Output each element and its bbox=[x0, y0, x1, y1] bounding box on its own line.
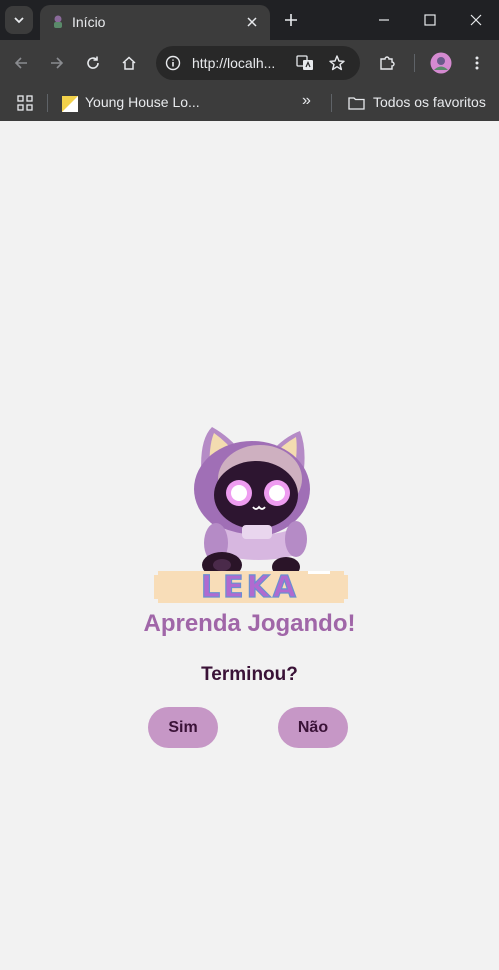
minimize-button[interactable] bbox=[361, 5, 407, 35]
finished-question: Terminou? bbox=[201, 664, 298, 685]
extensions-button[interactable] bbox=[374, 50, 400, 76]
tab-strip: Início bbox=[0, 0, 499, 40]
arrow-right-icon bbox=[51, 57, 64, 69]
chevron-down-icon bbox=[14, 17, 24, 24]
bookmark-favicon-icon bbox=[62, 96, 78, 112]
folder-icon bbox=[348, 97, 365, 110]
tab-favicon-icon bbox=[54, 15, 62, 28]
more-vertical-icon bbox=[475, 56, 479, 70]
plus-icon bbox=[285, 14, 297, 26]
reload-button[interactable] bbox=[80, 50, 106, 76]
home-button[interactable] bbox=[116, 50, 142, 76]
maximize-icon bbox=[424, 14, 436, 26]
bookmarks-bar: Young House Lo... » Todos os favoritos bbox=[0, 86, 499, 121]
forward-button[interactable] bbox=[44, 50, 70, 76]
puzzle-icon bbox=[380, 56, 395, 70]
toolbar: http://localh... bbox=[0, 40, 499, 86]
bookmark-young-house[interactable]: Young House Lo... bbox=[62, 86, 242, 121]
all-bookmarks-button[interactable]: Todos os favoritos bbox=[348, 86, 493, 121]
close-window-button[interactable] bbox=[453, 5, 499, 35]
translate-icon[interactable] bbox=[296, 54, 314, 72]
yes-button[interactable]: Sim bbox=[148, 707, 218, 748]
apps-grid-icon[interactable] bbox=[17, 95, 33, 111]
toolbar-divider bbox=[414, 54, 415, 72]
minimize-icon bbox=[379, 19, 389, 21]
avatar-icon bbox=[430, 52, 452, 74]
bookmarks-divider bbox=[47, 94, 48, 112]
back-button[interactable] bbox=[8, 50, 34, 76]
info-icon[interactable] bbox=[165, 55, 181, 71]
menu-button[interactable] bbox=[464, 50, 490, 76]
browser-chrome: Início http://localh... Young House Lo..… bbox=[0, 0, 499, 121]
maximize-button[interactable] bbox=[407, 5, 453, 35]
address-text: http://localh... bbox=[192, 55, 276, 71]
active-tab[interactable]: Início bbox=[40, 5, 270, 40]
close-icon bbox=[247, 17, 257, 27]
new-tab-button[interactable] bbox=[280, 9, 302, 31]
tab-close-button[interactable] bbox=[242, 12, 262, 32]
page-subtitle: Aprenda Jogando! bbox=[143, 610, 356, 637]
home-icon bbox=[122, 56, 136, 70]
tab-title: Início bbox=[72, 14, 106, 30]
page-content: LEKA Aprenda Jogando! Terminou? Sim Não bbox=[0, 121, 499, 970]
bookmark-label: Young House Lo... bbox=[85, 94, 200, 110]
arrow-left-icon bbox=[14, 57, 27, 69]
profile-button[interactable] bbox=[428, 50, 454, 76]
leka-logo: LEKA bbox=[154, 427, 348, 606]
close-icon bbox=[470, 14, 482, 26]
address-bar[interactable]: http://localh... bbox=[156, 46, 360, 80]
no-button[interactable]: Não bbox=[278, 707, 348, 748]
tab-search-button[interactable] bbox=[5, 6, 33, 34]
reload-icon bbox=[87, 56, 99, 69]
logo-text: LEKA bbox=[201, 570, 299, 605]
bookmarks-divider bbox=[331, 94, 332, 112]
all-bookmarks-label: Todos os favoritos bbox=[373, 94, 486, 110]
more-bookmarks-button[interactable]: » bbox=[302, 92, 311, 110]
star-icon[interactable] bbox=[328, 54, 346, 72]
